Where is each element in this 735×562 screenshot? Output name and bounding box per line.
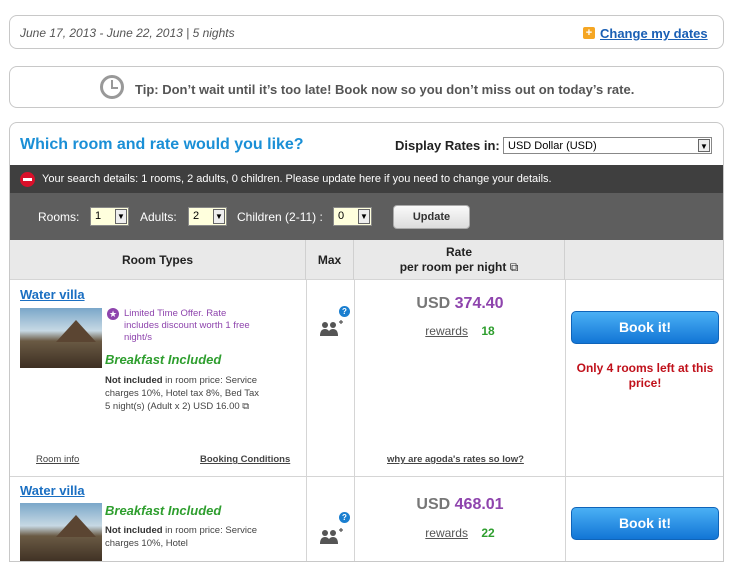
dates-box: June 17, 2013 - June 22, 2013 | 5 nights… — [9, 15, 724, 49]
rewards-link[interactable]: rewards — [425, 526, 468, 540]
not-included-bold: Not included — [105, 375, 163, 386]
availability-text: Only 4 rooms left at this price! — [576, 361, 714, 390]
panel-title: Which room and rate would you like? — [20, 136, 304, 153]
tip-box: Tip: Don’t wait until it’s too late! Boo… — [9, 66, 724, 108]
rewards-info: rewards 22 — [355, 526, 565, 540]
children-value: 0 — [338, 210, 345, 222]
table-header: Room Types Max Rate per room per night ⧉ — [10, 240, 723, 280]
price-amount: 374.40 — [454, 295, 504, 312]
chevron-down-icon: ▼ — [698, 139, 710, 152]
book-it-button[interactable]: Book it! — [571, 507, 719, 540]
rewards-points: 22 — [481, 526, 495, 540]
room-info-link[interactable]: Room info — [36, 454, 79, 465]
divider — [306, 280, 307, 561]
help-icon[interactable]: ? — [339, 512, 350, 523]
price-amount: 468.01 — [454, 496, 504, 513]
date-range: June 17, 2013 - June 22, 2013 | 5 nights — [20, 26, 235, 40]
occupancy-icon — [320, 528, 343, 544]
room-price: USD 468.01 — [355, 496, 565, 514]
divider — [565, 280, 566, 561]
chevron-down-icon: ▼ — [213, 209, 225, 224]
header-book — [565, 240, 723, 280]
search-details-text: Your search details: 1 rooms, 2 adults, … — [42, 173, 552, 185]
price-currency: USD — [416, 295, 451, 312]
collapse-icon[interactable] — [20, 172, 35, 187]
divider — [354, 280, 355, 561]
not-included-text: Not included in room price: Service char… — [105, 374, 265, 413]
plus-icon[interactable]: + — [583, 27, 595, 39]
chevron-down-icon: ▼ — [115, 209, 127, 224]
adults-label: Adults: — [140, 210, 177, 224]
header-rate: Rate per room per night ⧉ — [354, 240, 565, 280]
header-rate-line2-text: per room per night — [399, 260, 507, 274]
change-dates-link[interactable]: Change my dates — [600, 26, 708, 41]
occupancy-icon — [320, 320, 343, 336]
tip-text: Tip: Don’t wait until it’s too late! Boo… — [135, 82, 635, 97]
currency-select[interactable]: USD Dollar (USD) ▼ — [503, 137, 712, 154]
not-included-bold: Not included — [105, 525, 163, 536]
room-photo[interactable] — [20, 503, 102, 561]
offer-text: Limited Time Offer. Rate includes discou… — [124, 308, 250, 343]
row-divider — [10, 476, 723, 477]
rooms-label: Rooms: — [38, 210, 80, 224]
booking-conditions-link[interactable]: Booking Conditions — [200, 454, 290, 465]
not-included-text: Not included in room price: Service char… — [105, 524, 265, 550]
adults-select[interactable]: 2 ▼ — [188, 207, 227, 226]
breakfast-text: Breakfast Included — [105, 352, 222, 367]
star-icon: ★ — [107, 308, 119, 320]
header-rate-line2: per room per night ⧉ — [400, 260, 519, 275]
header-max: Max — [306, 240, 354, 280]
display-rates-label: Display Rates in: — [395, 138, 500, 153]
popup-icon[interactable]: ⧉ — [510, 260, 519, 274]
rewards-link[interactable]: rewards — [425, 324, 468, 338]
search-details-bar: Your search details: 1 rooms, 2 adults, … — [10, 165, 723, 193]
adults-value: 2 — [193, 210, 200, 222]
why-rates-low-link[interactable]: why are agoda's rates so low? — [387, 454, 524, 465]
popup-icon[interactable]: ⧉ — [242, 401, 249, 412]
children-select[interactable]: 0 ▼ — [333, 207, 372, 226]
room-price: USD 374.40 — [355, 295, 565, 313]
children-label: Children (2-11) : — [237, 210, 323, 224]
rooms-value: 1 — [95, 210, 102, 222]
header-rate-line1: Rate — [445, 245, 472, 259]
search-form-bar: Rooms: 1 ▼ Adults: 2 ▼ Children (2-11) :… — [10, 193, 723, 240]
clock-icon — [100, 75, 124, 99]
book-it-button[interactable]: Book it! — [571, 311, 719, 344]
room-name-link[interactable]: Water villa — [20, 287, 85, 302]
help-icon[interactable]: ? — [339, 306, 350, 317]
room-photo[interactable] — [20, 308, 102, 368]
room-name-link[interactable]: Water villa — [20, 483, 85, 498]
header-room-types: Room Types — [10, 240, 306, 280]
update-button[interactable]: Update — [393, 205, 470, 229]
currency-value: USD Dollar (USD) — [508, 140, 597, 152]
chevron-down-icon: ▼ — [358, 209, 370, 224]
price-currency: USD — [416, 496, 451, 513]
rewards-info: rewards 18 — [355, 324, 565, 338]
breakfast-text: Breakfast Included — [105, 503, 222, 518]
room-selection-panel: Which room and rate would you like? Disp… — [9, 122, 724, 562]
rooms-select[interactable]: 1 ▼ — [90, 207, 129, 226]
rewards-points: 18 — [481, 324, 495, 338]
